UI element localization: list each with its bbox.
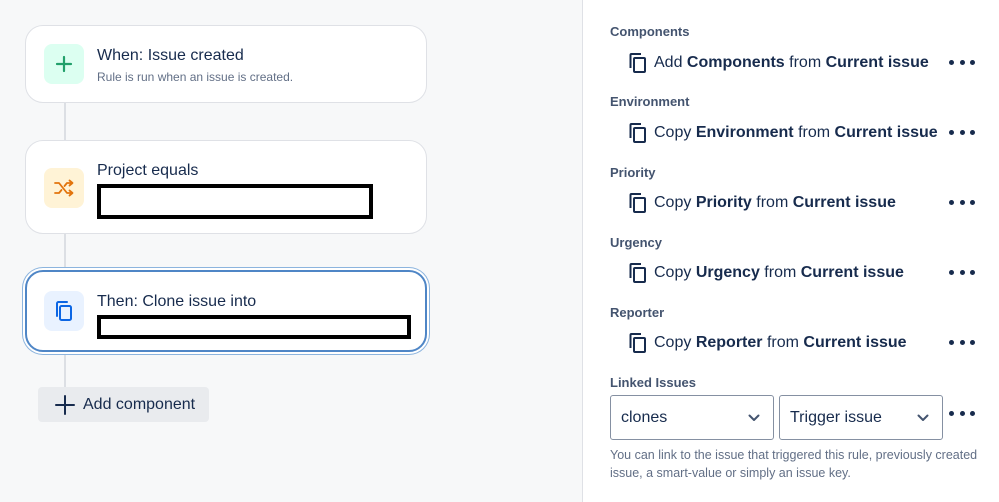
trigger-title: When: Issue created bbox=[97, 47, 244, 64]
condition-title: Project equals bbox=[97, 162, 199, 179]
field-row-urgency[interactable]: Copy Urgency from Current issue bbox=[628, 261, 904, 285]
field-row-reporter[interactable]: Copy Reporter from Current issue bbox=[628, 331, 907, 355]
link-target-value: Trigger issue bbox=[790, 408, 882, 426]
config-panel: Components Add Components from Current i… bbox=[582, 0, 999, 502]
action-card[interactable]: Then: Clone issue into bbox=[25, 270, 427, 352]
link-type-value: clones bbox=[621, 408, 668, 426]
trigger-card[interactable]: When: Issue created Rule is run when an … bbox=[25, 25, 427, 103]
field-row-text: Copy Urgency from Current issue bbox=[654, 264, 904, 281]
copy-icon bbox=[629, 123, 646, 143]
shuffle-icon bbox=[54, 179, 74, 197]
chevron-down-icon bbox=[748, 414, 760, 421]
field-label-linked-issues: Linked Issues bbox=[610, 375, 696, 390]
trigger-icon-box bbox=[44, 44, 84, 84]
field-label-reporter: Reporter bbox=[610, 305, 665, 320]
flow-connector bbox=[64, 234, 66, 270]
more-actions-icon[interactable] bbox=[949, 264, 975, 280]
redacted-target-value bbox=[97, 315, 411, 339]
flow-connector bbox=[64, 102, 66, 140]
action-icon-box bbox=[44, 291, 84, 331]
field-row-text: Copy Priority from Current issue bbox=[654, 194, 896, 211]
flow-connector bbox=[64, 352, 66, 388]
plus-icon bbox=[55, 394, 75, 415]
field-row-text: Copy Environment from Current issue bbox=[654, 124, 938, 141]
more-actions-icon[interactable] bbox=[949, 124, 975, 140]
copy-icon bbox=[629, 333, 646, 353]
more-actions-icon[interactable] bbox=[949, 405, 975, 421]
field-row-text: Copy Reporter from Current issue bbox=[654, 334, 907, 351]
more-actions-icon[interactable] bbox=[949, 334, 975, 350]
link-target-select[interactable]: Trigger issue bbox=[779, 395, 943, 440]
field-label-components: Components bbox=[610, 24, 690, 39]
condition-icon-box bbox=[44, 168, 84, 208]
more-actions-icon[interactable] bbox=[949, 54, 975, 70]
field-row-components[interactable]: Add Components from Current issue bbox=[628, 51, 929, 75]
field-row-priority[interactable]: Copy Priority from Current issue bbox=[628, 191, 896, 215]
chevron-down-icon bbox=[917, 414, 929, 421]
partially-visible-row bbox=[628, 0, 828, 8]
field-label-environment: Environment bbox=[610, 94, 690, 109]
plus-icon bbox=[55, 55, 73, 73]
field-row-text: Add Components from Current issue bbox=[654, 54, 929, 71]
field-label-priority: Priority bbox=[610, 165, 656, 180]
trigger-subtitle: Rule is run when an issue is created. bbox=[97, 70, 294, 84]
field-label-urgency: Urgency bbox=[610, 235, 663, 250]
copy-icon bbox=[629, 193, 646, 213]
link-type-select[interactable]: clones bbox=[610, 395, 774, 440]
add-component-label: Add component bbox=[83, 395, 196, 413]
action-title: Then: Clone issue into bbox=[97, 293, 257, 310]
add-component-button[interactable]: Add component bbox=[38, 387, 209, 422]
linked-issues-helper-text: You can link to the issue that triggered… bbox=[610, 448, 978, 480]
more-actions-icon[interactable] bbox=[949, 194, 975, 210]
redacted-project-value bbox=[97, 184, 373, 219]
condition-card[interactable]: Project equals bbox=[25, 140, 427, 234]
field-row-environment[interactable]: Copy Environment from Current issue bbox=[628, 121, 938, 145]
copy-icon bbox=[629, 53, 646, 73]
copy-icon bbox=[629, 263, 646, 283]
copy-icon bbox=[56, 301, 72, 321]
